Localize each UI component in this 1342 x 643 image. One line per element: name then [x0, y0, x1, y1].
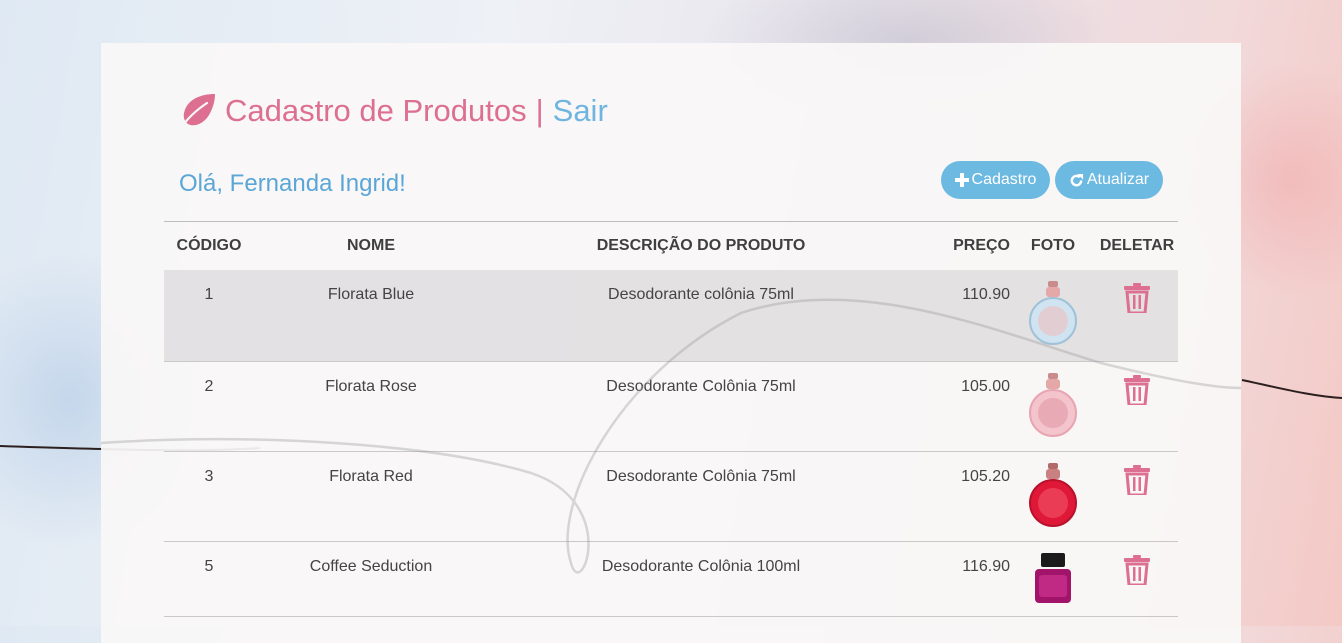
perfume-bottle-pink-icon	[1029, 373, 1077, 437]
table-row: 5 Coffee Seduction Desodorante Colônia 1…	[164, 541, 1178, 617]
product-photo	[1010, 452, 1096, 541]
delete-button[interactable]	[1096, 362, 1178, 451]
column-header-descricao: DESCRIÇÃO DO PRODUTO	[596, 237, 806, 254]
cell-descricao: Desodorante Colônia 75ml	[606, 378, 796, 395]
cell-preco: 116.90	[962, 558, 1010, 575]
cell-codigo: 5	[204, 558, 214, 575]
cell-nome: Florata Rose	[325, 378, 417, 395]
cell-codigo: 3	[204, 468, 214, 485]
title-text: Cadastro de Produtos	[225, 93, 527, 128]
main-panel: Cadastro de Produtos | Sair Olá, Fernand…	[101, 43, 1241, 643]
column-header-deletar: DELETAR	[1099, 237, 1175, 254]
add-product-button[interactable]: Cadastro	[941, 161, 1050, 199]
column-header-preco: PREÇO	[953, 237, 1010, 254]
delete-button[interactable]	[1096, 542, 1178, 616]
table-row: 1 Florata Blue Desodorante colônia 75ml …	[164, 270, 1178, 361]
column-header-foto: FOTO	[1030, 237, 1076, 254]
leaf-icon	[179, 94, 215, 129]
refresh-icon	[1070, 173, 1083, 186]
product-photo	[1010, 362, 1096, 451]
table-row: 2 Florata Rose Desodorante Colônia 75ml …	[164, 361, 1178, 451]
table-header: CÓDIGO NOME DESCRIÇÃO DO PRODUTO PREÇO F…	[164, 222, 1178, 270]
plus-icon	[954, 173, 969, 187]
delete-button[interactable]	[1096, 452, 1178, 541]
refresh-label: Atualizar	[1086, 171, 1150, 188]
trash-icon	[1124, 375, 1150, 405]
cell-preco: 105.00	[961, 378, 1010, 395]
delete-button[interactable]	[1096, 270, 1178, 361]
page-title: Cadastro de Produtos | Sair	[179, 91, 608, 131]
title-separator: |	[535, 93, 544, 128]
cell-nome: Florata Red	[329, 468, 413, 485]
column-header-codigo: CÓDIGO	[176, 237, 242, 254]
trash-icon	[1124, 283, 1150, 313]
refresh-button[interactable]: Atualizar	[1055, 161, 1163, 199]
cell-codigo: 2	[204, 378, 214, 395]
cell-codigo: 1	[204, 286, 214, 303]
trash-icon	[1124, 465, 1150, 495]
cell-nome: Coffee Seduction	[309, 558, 433, 575]
cell-descricao: Desodorante Colônia 75ml	[606, 468, 796, 485]
cell-preco: 105.20	[961, 468, 1010, 485]
logout-link[interactable]: Sair	[553, 93, 608, 129]
cell-descricao: Desodorante colônia 75ml	[608, 286, 794, 303]
perfume-bottle-blue-icon	[1029, 281, 1077, 345]
greeting-text: Olá, Fernanda Ingrid!	[179, 170, 406, 197]
cell-nome: Florata Blue	[327, 286, 415, 303]
column-header-nome: NOME	[347, 237, 395, 254]
add-product-label: Cadastro	[971, 171, 1037, 188]
products-table: CÓDIGO NOME DESCRIÇÃO DO PRODUTO PREÇO F…	[164, 221, 1178, 617]
perfume-bottle-red-icon	[1029, 463, 1077, 527]
cell-descricao: Desodorante Colônia 100ml	[601, 558, 801, 575]
perfume-bottle-magenta-icon	[1035, 553, 1071, 603]
cell-preco: 110.90	[962, 286, 1010, 303]
product-photo	[1010, 542, 1096, 616]
product-photo	[1010, 270, 1096, 361]
table-row: 3 Florata Red Desodorante Colônia 75ml 1…	[164, 451, 1178, 541]
trash-icon	[1124, 555, 1150, 585]
